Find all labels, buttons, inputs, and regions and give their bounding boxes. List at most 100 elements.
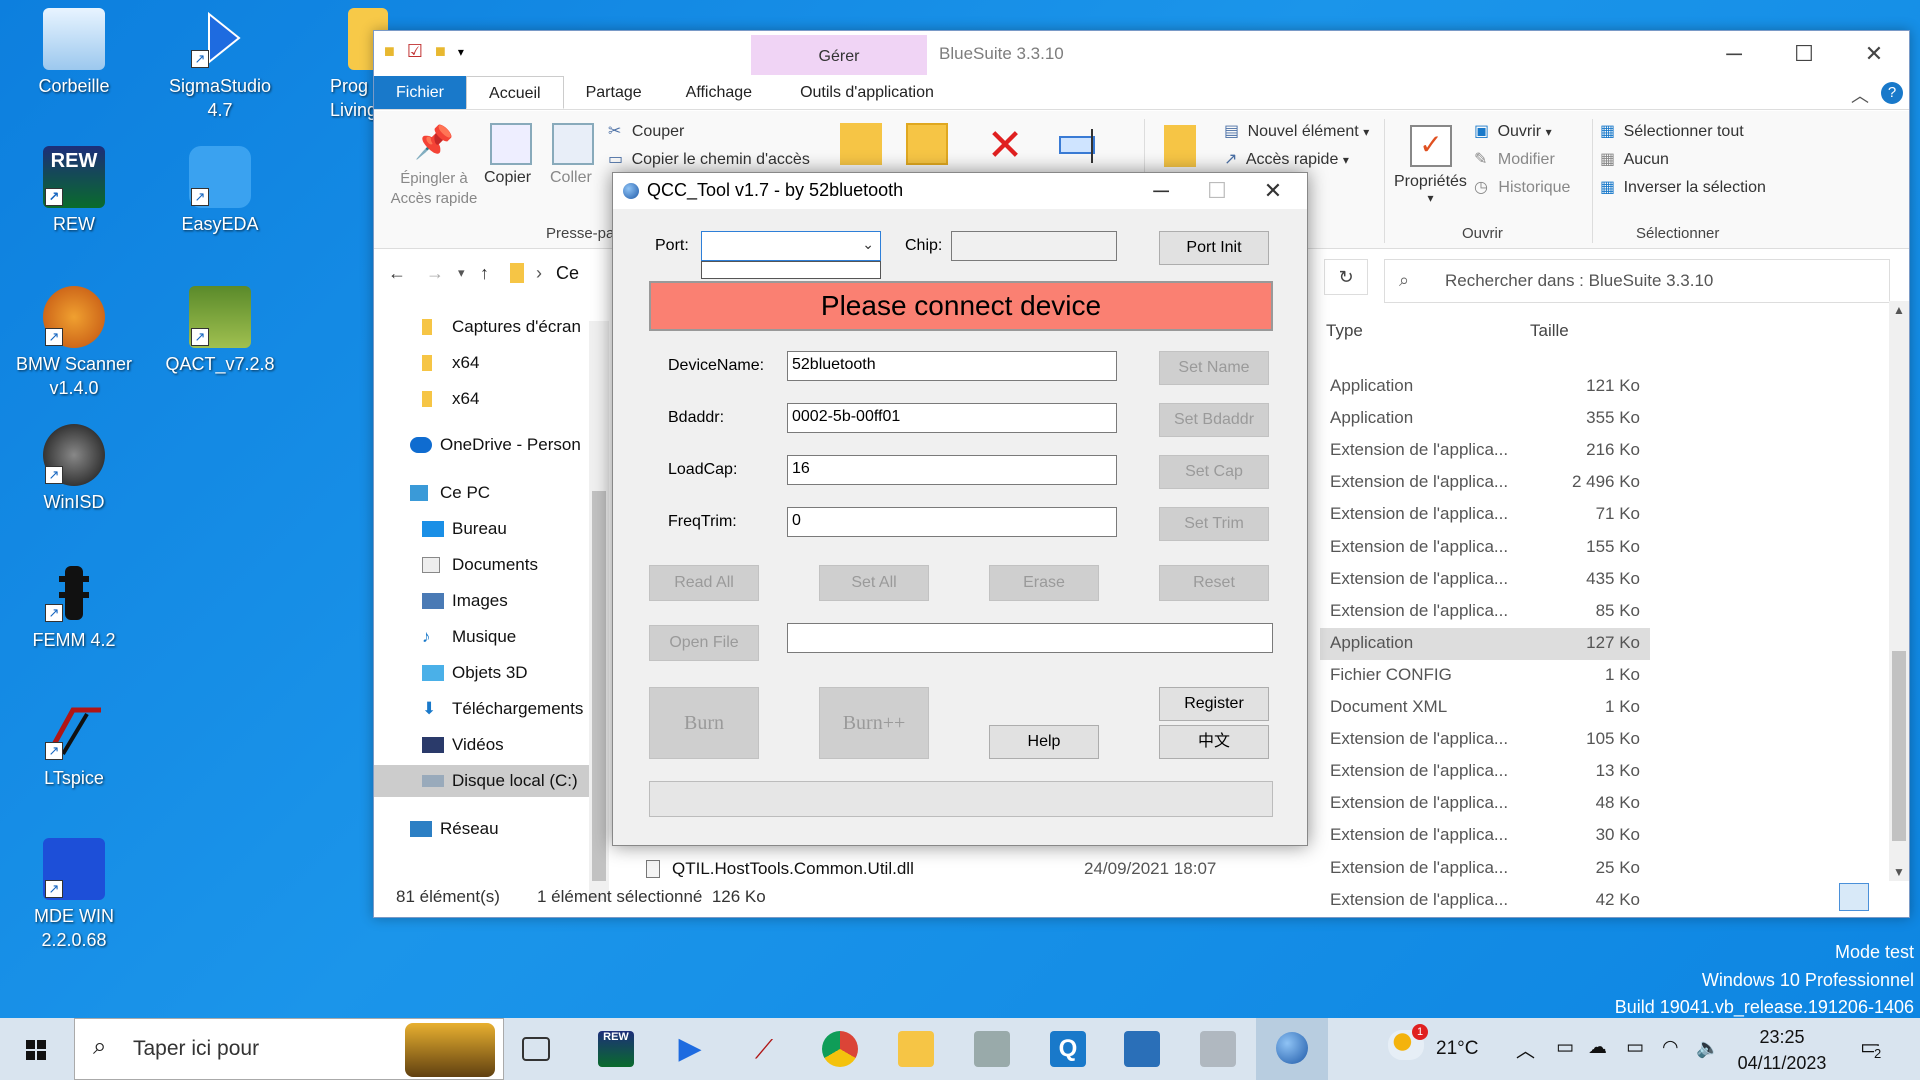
taskbar-package-icon[interactable] xyxy=(1200,1031,1236,1067)
nav-item-disque-local[interactable]: Disque local (C:) xyxy=(374,765,589,797)
close-button[interactable]: ✕ xyxy=(1839,31,1909,76)
delete-icon[interactable]: ✕ xyxy=(984,124,1026,168)
battery-icon[interactable]: ▭ xyxy=(1626,1036,1644,1059)
table-row[interactable]: Extension de l'applica... 105 Ko xyxy=(1320,724,1650,756)
chevron-down-icon[interactable]: ▾ xyxy=(458,41,464,63)
properties-button[interactable]: Propriétés ▾ xyxy=(1394,173,1467,205)
taskbar-chrome-icon[interactable] xyxy=(822,1031,858,1067)
freqtrim-field[interactable]: 0 xyxy=(787,507,1117,537)
table-row[interactable]: Application 355 Ko xyxy=(1320,403,1650,435)
desktop-icon-recycle-bin[interactable]: Corbeille xyxy=(14,8,134,98)
up-arrow-icon[interactable]: ↑ xyxy=(480,263,489,284)
desktop-icon-rew[interactable]: REW ↗ REW xyxy=(14,146,134,236)
desktop-icon-winisd[interactable]: ↗ WinISD xyxy=(14,424,134,514)
table-row[interactable]: Extension de l'applica... 48 Ko xyxy=(1320,788,1650,820)
taskbar-rew-icon[interactable]: REW xyxy=(598,1031,634,1067)
table-row[interactable]: Extension de l'applica... 25 Ko xyxy=(1320,853,1650,885)
table-row[interactable]: Fichier CONFIG 1 Ko xyxy=(1320,660,1650,692)
quick-access-button[interactable]: ↗ Accès rapide ▾ xyxy=(1224,149,1349,169)
nav-item-bureau[interactable]: Bureau xyxy=(374,513,589,545)
new-folder-icon[interactable] xyxy=(1164,125,1196,167)
nav-item-images[interactable]: Images xyxy=(374,585,589,617)
open-file-button[interactable]: Open File xyxy=(649,625,759,661)
tab-fichier[interactable]: Fichier xyxy=(374,76,467,109)
nav-item-videos[interactable]: Vidéos xyxy=(374,729,589,761)
read-all-button[interactable]: Read All xyxy=(649,565,759,601)
last-file-name[interactable]: QTIL.HostTools.Common.Util.dll xyxy=(672,859,914,879)
rename-icon[interactable] xyxy=(1058,125,1100,167)
new-folder-icon[interactable]: ■ xyxy=(435,41,446,63)
scroll-up-icon[interactable]: ▲ xyxy=(1893,303,1905,317)
table-row[interactable]: Extension de l'applica... 85 Ko xyxy=(1320,596,1650,628)
weather-widget[interactable]: 1 21°C xyxy=(1388,1018,1498,1080)
port-select[interactable]: ⌄ xyxy=(701,231,881,261)
chevron-down-icon[interactable]: ▾ xyxy=(458,265,465,281)
tab-accueil[interactable]: Accueil xyxy=(466,76,564,109)
set-trim-button[interactable]: Set Trim xyxy=(1159,507,1269,541)
set-bdaddr-button[interactable]: Set Bdaddr xyxy=(1159,403,1269,437)
close-button[interactable]: ✕ xyxy=(1245,173,1301,209)
tab-affichage[interactable]: Affichage xyxy=(664,76,774,109)
table-row[interactable]: Application 127 Ko xyxy=(1320,627,1650,660)
nav-item-telechargements[interactable]: ⬇ Téléchargements xyxy=(374,693,589,725)
bdaddr-field[interactable]: 0002-5b-00ff01 xyxy=(787,403,1117,433)
desktop-icon-mde-win[interactable]: ↗ MDE WIN 2.2.0.68 xyxy=(14,838,134,952)
tiles-view-icon[interactable] xyxy=(1873,883,1903,911)
move-to-icon[interactable] xyxy=(840,123,882,165)
nav-item-musique[interactable]: ♪ Musique xyxy=(374,621,589,653)
start-button[interactable] xyxy=(0,1018,72,1080)
nav-item-x64[interactable]: x64 xyxy=(374,347,589,379)
pin-quick-access-button[interactable]: Épingler à Accès rapide xyxy=(384,169,484,209)
burn-button[interactable]: Burn xyxy=(649,687,759,759)
help-button[interactable]: Help xyxy=(989,725,1099,759)
desktop-icon-easyeda[interactable]: ↗ EasyEDA xyxy=(160,146,280,236)
tab-outils-application[interactable]: Outils d'application xyxy=(778,76,956,109)
new-item-button[interactable]: ▤ Nouvel élément ▾ xyxy=(1224,121,1369,141)
breadcrumb[interactable]: Ce xyxy=(556,263,579,284)
paste-button[interactable]: Coller xyxy=(550,169,592,187)
erase-button[interactable]: Erase xyxy=(989,565,1099,601)
taskbar-sigmastudio-icon[interactable]: ▶ xyxy=(672,1031,708,1067)
taskbar-ltspice-icon[interactable]: ⟋ xyxy=(746,1031,782,1067)
table-row[interactable]: Extension de l'applica... 30 Ko xyxy=(1320,820,1650,852)
nav-item-reseau[interactable]: Réseau xyxy=(374,813,589,845)
cut-button[interactable]: ✂ Couper xyxy=(608,121,684,141)
port-init-button[interactable]: Port Init xyxy=(1159,231,1269,265)
desktop-icon-prog[interactable]: Prog Livings xyxy=(300,8,388,122)
burn-plus-plus-button[interactable]: Burn++ xyxy=(819,687,929,759)
desktop-icon-qact[interactable]: ↗ QACT_v7.2.8 xyxy=(160,286,280,376)
device-name-field[interactable]: 52bluetooth xyxy=(787,351,1117,381)
chinese-language-button[interactable]: 中文 xyxy=(1159,725,1269,759)
forward-arrow-icon[interactable]: → xyxy=(426,263,444,284)
table-row[interactable]: Document XML 1 Ko xyxy=(1320,692,1650,724)
nav-item-onedrive[interactable]: OneDrive - Person xyxy=(374,429,589,461)
tab-partage[interactable]: Partage xyxy=(564,76,664,109)
maximize-button[interactable]: ☐ xyxy=(1769,31,1839,76)
taskbar-qcc-active[interactable] xyxy=(1256,1018,1328,1080)
taskbar-app-cube-icon[interactable] xyxy=(974,1031,1010,1067)
volume-icon[interactable]: 🔈 xyxy=(1696,1036,1720,1060)
column-header-size[interactable]: Taille xyxy=(1530,321,1569,341)
port-dropdown-list[interactable] xyxy=(701,261,881,279)
folder-icon[interactable]: ■ xyxy=(384,41,395,63)
column-header-type[interactable]: Type xyxy=(1326,321,1363,341)
set-name-button[interactable]: Set Name xyxy=(1159,351,1269,385)
minimize-button[interactable]: ─ xyxy=(1133,173,1189,209)
help-icon[interactable]: ? xyxy=(1881,82,1903,104)
open-button[interactable]: ▣ Ouvrir ▾ xyxy=(1474,121,1552,141)
nav-scroll-thumb[interactable] xyxy=(592,491,606,881)
nav-scrollbar[interactable] xyxy=(589,321,609,901)
file-path-field[interactable] xyxy=(787,623,1273,653)
edit-button[interactable]: ✎ Modifier xyxy=(1474,149,1555,169)
notification-center-button[interactable]: ▭ 2 xyxy=(1856,1032,1896,1066)
taskbar-explorer-icon[interactable] xyxy=(898,1031,934,1067)
history-button[interactable]: ◷ Historique xyxy=(1474,177,1570,197)
set-all-button[interactable]: Set All xyxy=(819,565,929,601)
select-none-button[interactable]: ▦ Aucun xyxy=(1600,149,1669,169)
copy-button[interactable]: Copier xyxy=(484,169,531,187)
table-row[interactable]: Extension de l'applica... 155 Ko xyxy=(1320,532,1650,564)
search-box[interactable]: ⌕ Rechercher dans : BlueSuite 3.3.10 xyxy=(1384,259,1890,303)
file-scroll-thumb[interactable] xyxy=(1892,651,1906,841)
table-row[interactable]: Extension de l'applica... 216 Ko xyxy=(1320,435,1650,467)
collapse-ribbon-icon[interactable]: ︿ xyxy=(1851,82,1869,108)
